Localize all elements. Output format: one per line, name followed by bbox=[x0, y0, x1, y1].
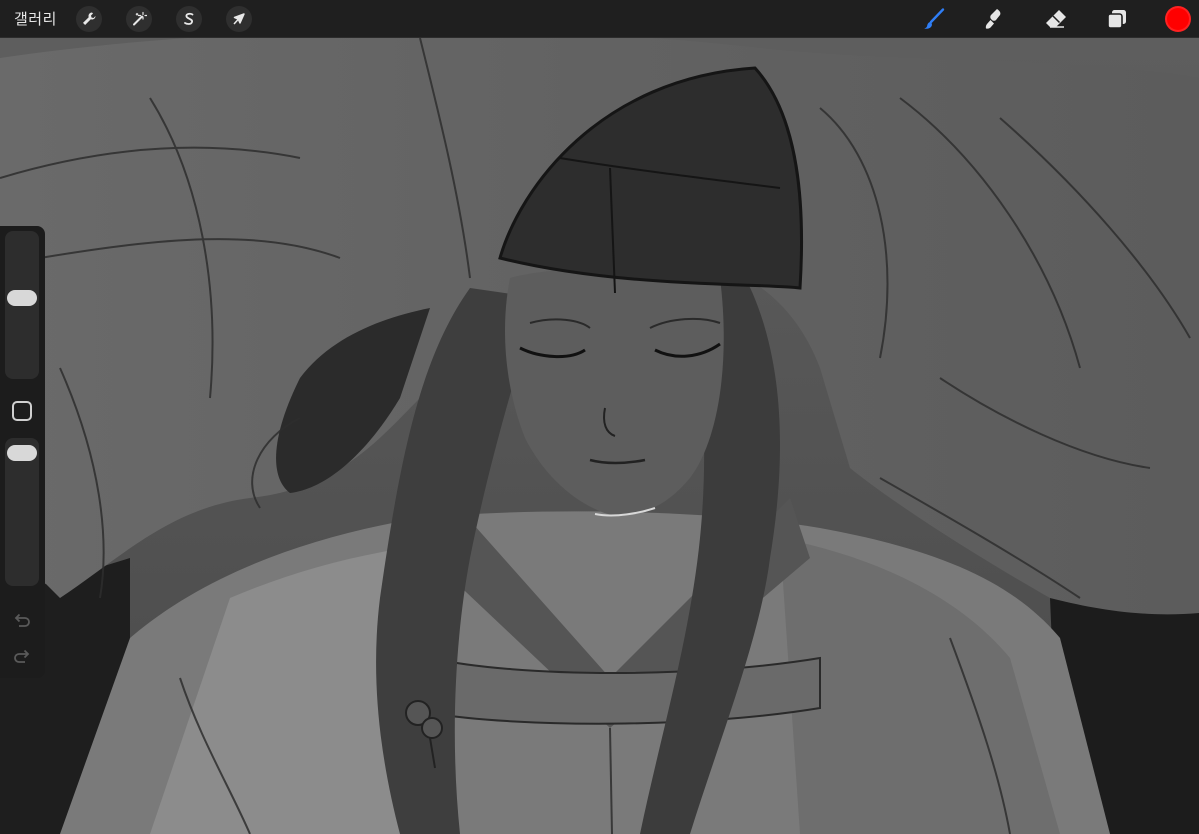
top-toolbar: 갤러리 bbox=[0, 0, 1199, 38]
brush-icon[interactable] bbox=[920, 5, 948, 33]
left-sidebar bbox=[0, 226, 45, 678]
arrow-cursor-icon[interactable] bbox=[226, 6, 252, 32]
magic-wand-icon[interactable] bbox=[126, 6, 152, 32]
redo-icon[interactable] bbox=[11, 645, 33, 667]
layers-icon[interactable] bbox=[1103, 5, 1131, 33]
selection-s-icon[interactable] bbox=[176, 6, 202, 32]
square-modify-icon[interactable] bbox=[12, 401, 32, 421]
gallery-button[interactable]: 갤러리 bbox=[14, 0, 57, 38]
brush-size-handle[interactable] bbox=[7, 290, 37, 307]
wrench-icon[interactable] bbox=[76, 6, 102, 32]
brush-size-slider[interactable] bbox=[5, 231, 39, 379]
eraser-icon[interactable] bbox=[1042, 5, 1070, 33]
opacity-slider[interactable] bbox=[5, 438, 39, 586]
undo-icon[interactable] bbox=[11, 609, 33, 631]
color-picker-swatch[interactable] bbox=[1165, 6, 1191, 32]
drawing-canvas[interactable] bbox=[0, 38, 1199, 834]
smudge-icon[interactable] bbox=[980, 5, 1008, 33]
opacity-handle[interactable] bbox=[7, 444, 37, 461]
sketch-artwork bbox=[0, 38, 1199, 834]
